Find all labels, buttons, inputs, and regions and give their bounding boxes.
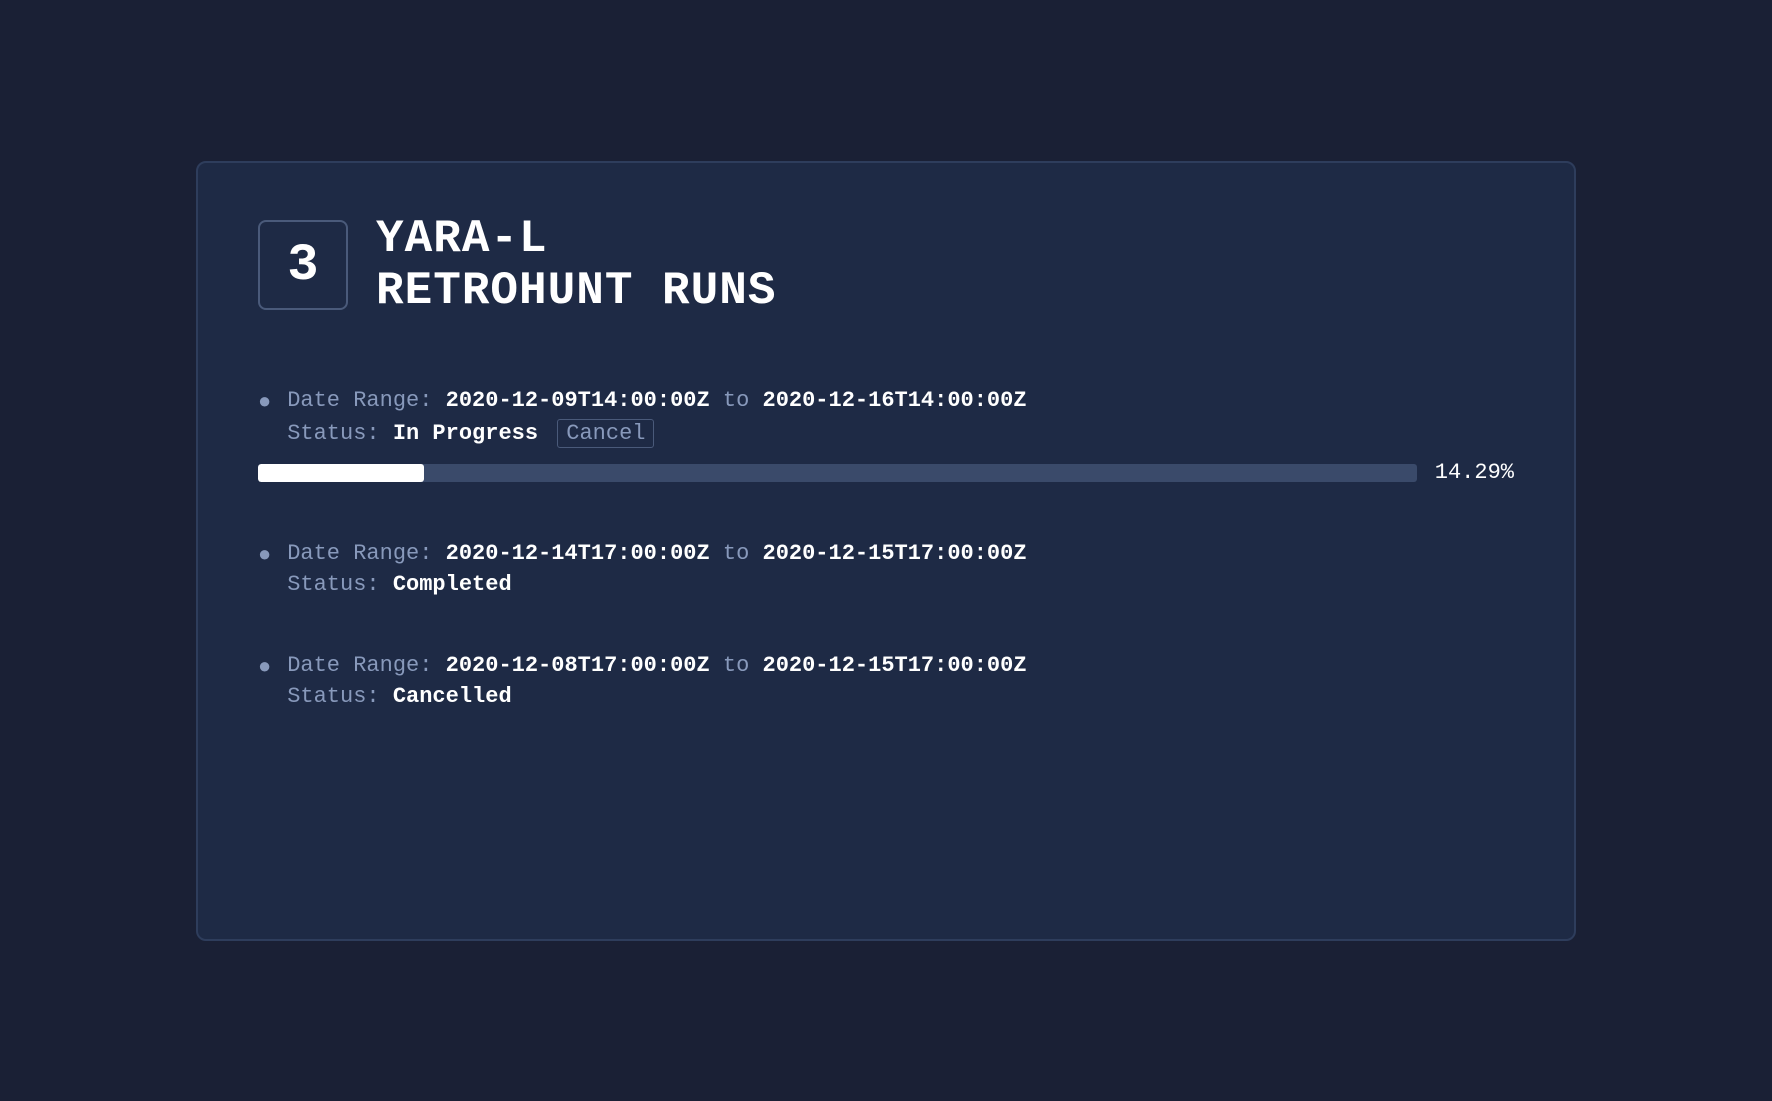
run-2-date-end: 2020-12-15T17:00:00Z [763, 541, 1027, 566]
run-1-header: ● Date Range: 2020-12-09T14:00:00Z to 20… [258, 388, 1514, 448]
run-3-date-label: Date Range: [287, 653, 432, 678]
run-2-date-label: Date Range: [287, 541, 432, 566]
run-1-date-range: Date Range: 2020-12-09T14:00:00Z to 2020… [287, 388, 1514, 413]
run-2-status-label: Status: [287, 572, 379, 597]
card-number: 3 [258, 220, 348, 310]
run-3-to: to [723, 653, 749, 678]
run-1-date-start: 2020-12-09T14:00:00Z [446, 388, 710, 413]
card-title: YARA-L RETROHUNT RUNS [376, 213, 776, 319]
run-1-connector-2 [749, 388, 762, 413]
run-1-to: to [723, 388, 749, 413]
run-2-info: Date Range: 2020-12-14T17:00:00Z to 2020… [287, 541, 1514, 597]
run-item-3: ● Date Range: 2020-12-08T17:00:00Z to 20… [258, 625, 1514, 737]
run-item-2: ● Date Range: 2020-12-14T17:00:00Z to 20… [258, 513, 1514, 625]
card-header: 3 YARA-L RETROHUNT RUNS [258, 213, 1514, 319]
run-3-date-start: 2020-12-08T17:00:00Z [446, 653, 710, 678]
run-3-date-end: 2020-12-15T17:00:00Z [763, 653, 1027, 678]
run-3-info: Date Range: 2020-12-08T17:00:00Z to 2020… [287, 653, 1514, 709]
run-2-status-line: Status: Completed [287, 572, 1514, 597]
run-2-header: ● Date Range: 2020-12-14T17:00:00Z to 20… [258, 541, 1514, 597]
run-3-header: ● Date Range: 2020-12-08T17:00:00Z to 20… [258, 653, 1514, 709]
run-3-date-range: Date Range: 2020-12-08T17:00:00Z to 2020… [287, 653, 1514, 678]
run-2-date-range: Date Range: 2020-12-14T17:00:00Z to 2020… [287, 541, 1514, 566]
run-3-status-value: Cancelled [393, 684, 512, 709]
run-1-date-end: 2020-12-16T14:00:00Z [763, 388, 1027, 413]
run-1-info: Date Range: 2020-12-09T14:00:00Z to 2020… [287, 388, 1514, 448]
bullet-icon-3: ● [258, 655, 271, 680]
run-1-status-line: Status: In Progress Cancel [287, 419, 1514, 448]
run-3-connector-2 [749, 653, 762, 678]
run-1-date-label: Date Range: [287, 388, 432, 413]
run-1-progress-container: 14.29% [258, 460, 1514, 485]
runs-list: ● Date Range: 2020-12-09T14:00:00Z to 20… [258, 368, 1514, 737]
run-3-status-label: Status: [287, 684, 379, 709]
run-3-status-line: Status: Cancelled [287, 684, 1514, 709]
retrohunt-card: 3 YARA-L RETROHUNT RUNS ● Date Range: 20… [196, 161, 1576, 941]
bullet-icon-1: ● [258, 390, 271, 415]
progress-pct-label-1: 14.29% [1435, 460, 1514, 485]
run-item-1: ● Date Range: 2020-12-09T14:00:00Z to 20… [258, 368, 1514, 513]
run-1-status-value: In Progress [393, 421, 538, 446]
run-1-status-label: Status: [287, 421, 379, 446]
run-2-connector-2 [749, 541, 762, 566]
progress-bar-fill-1 [258, 464, 424, 482]
run-2-status-value: Completed [393, 572, 512, 597]
bullet-icon-2: ● [258, 543, 271, 568]
run-2-to: to [723, 541, 749, 566]
progress-bar-bg-1 [258, 464, 1417, 482]
run-2-date-start: 2020-12-14T17:00:00Z [446, 541, 710, 566]
cancel-button-1[interactable]: Cancel [557, 419, 654, 448]
